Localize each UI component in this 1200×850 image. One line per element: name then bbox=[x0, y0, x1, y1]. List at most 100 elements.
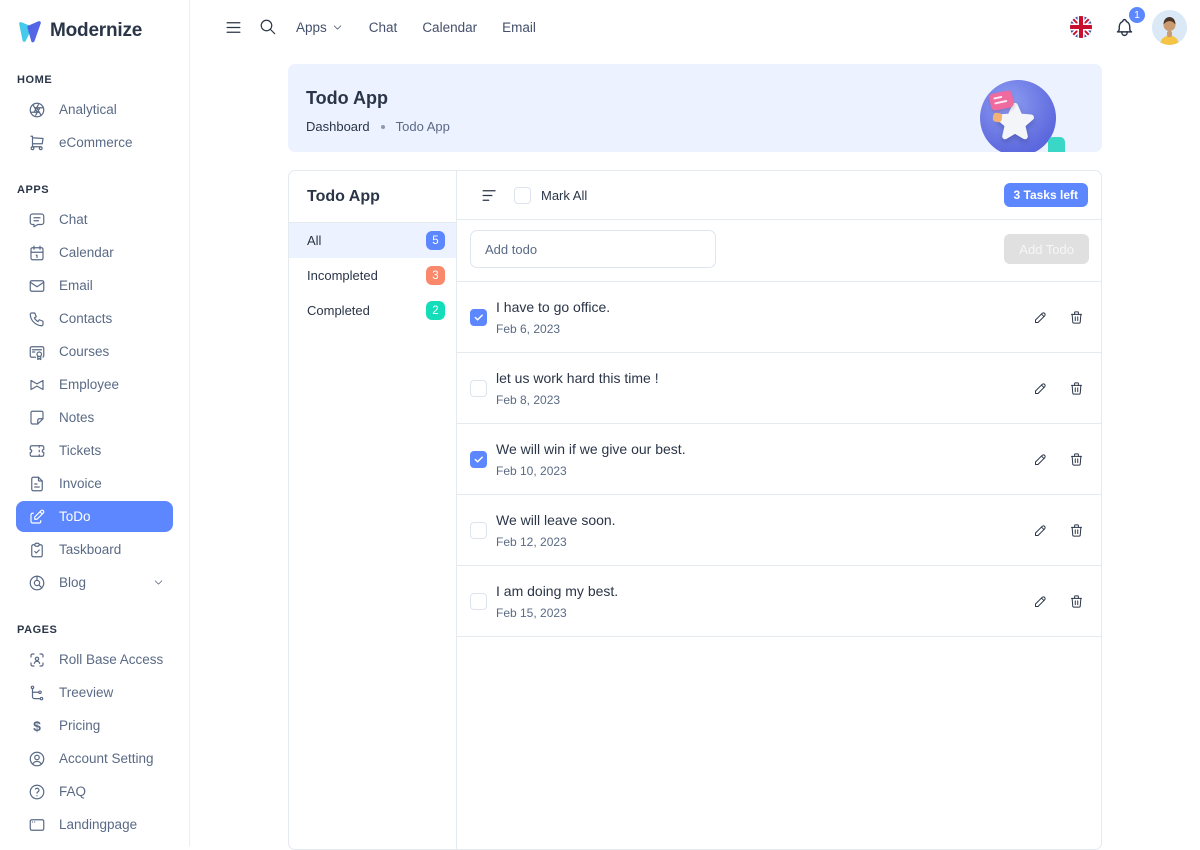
topnav-link-email[interactable]: Email bbox=[502, 20, 536, 35]
sidebar-item-account-setting[interactable]: Account Setting bbox=[16, 743, 173, 774]
notification-count-badge: 1 bbox=[1129, 7, 1145, 23]
todo-checkbox[interactable] bbox=[470, 593, 487, 610]
top-navbar: Apps Chat Calendar Email bbox=[190, 0, 1200, 54]
filter-count-badge: 5 bbox=[426, 231, 445, 250]
sidebar-item-label: Pricing bbox=[59, 718, 100, 733]
donut-chart-icon bbox=[28, 574, 46, 592]
sidebar-item-label: Invoice bbox=[59, 476, 102, 491]
delete-todo-button[interactable] bbox=[1069, 594, 1084, 609]
todo-checkbox[interactable] bbox=[470, 522, 487, 539]
delete-todo-button[interactable] bbox=[1069, 310, 1084, 325]
todo-item: let us work hard this time ! Feb 8, 2023 bbox=[457, 353, 1101, 424]
app-root: Modernize HOME Analytical eCommerce APPS… bbox=[0, 0, 1200, 846]
sidebar-item-tickets[interactable]: Tickets bbox=[16, 435, 173, 466]
todo-text: We will win if we give our best. Feb 10,… bbox=[496, 441, 686, 478]
todo-filter-panel: Todo App All 5 Incompleted 3 Completed 2 bbox=[289, 171, 457, 849]
sidebar-item-label: Chat bbox=[59, 212, 88, 227]
shopping-cart-icon bbox=[28, 134, 46, 152]
todo-actions bbox=[1033, 381, 1084, 396]
sidebar-item-analytical[interactable]: Analytical bbox=[16, 94, 173, 125]
add-todo-input[interactable] bbox=[470, 230, 716, 268]
sidebar-section-pages-label: PAGES bbox=[17, 624, 189, 636]
edit-todo-button[interactable] bbox=[1033, 310, 1048, 325]
delete-todo-button[interactable] bbox=[1069, 381, 1084, 396]
todo-checkbox[interactable] bbox=[470, 380, 487, 397]
sidebar-item-courses[interactable]: Courses bbox=[16, 336, 173, 367]
sidebar-item-label: Email bbox=[59, 278, 93, 293]
todo-checkbox[interactable] bbox=[470, 451, 487, 468]
delete-todo-button[interactable] bbox=[1069, 523, 1084, 538]
filter-all[interactable]: All 5 bbox=[289, 223, 456, 258]
topnav-link-label: Email bbox=[502, 20, 536, 35]
sidebar-item-roll-base-access[interactable]: Roll Base Access bbox=[16, 644, 173, 675]
todo-checkbox[interactable] bbox=[470, 309, 487, 326]
user-scan-icon bbox=[28, 651, 46, 669]
language-flag-button[interactable] bbox=[1066, 12, 1096, 42]
todo-date: Feb 6, 2023 bbox=[496, 322, 610, 336]
todo-actions bbox=[1033, 452, 1084, 467]
todo-title: let us work hard this time ! bbox=[496, 370, 659, 386]
todo-text: let us work hard this time ! Feb 8, 2023 bbox=[496, 370, 659, 407]
sidebar-item-label: Landingpage bbox=[59, 817, 137, 832]
user-circle-icon bbox=[28, 750, 46, 768]
user-avatar[interactable] bbox=[1152, 10, 1187, 45]
edit-todo-button[interactable] bbox=[1033, 452, 1048, 467]
sidebar-item-label: Contacts bbox=[59, 311, 112, 326]
sidebar-item-blog[interactable]: Blog bbox=[16, 567, 173, 598]
delete-todo-button[interactable] bbox=[1069, 452, 1084, 467]
dollar-icon: $ bbox=[28, 717, 46, 735]
filter-count-badge: 2 bbox=[426, 301, 445, 320]
sidebar-item-label: Roll Base Access bbox=[59, 652, 163, 667]
topnav-right: 1 bbox=[1066, 10, 1187, 45]
breadcrumb-dashboard-link[interactable]: Dashboard bbox=[306, 119, 370, 134]
topnav-link-label: Apps bbox=[296, 20, 327, 35]
todo-title: We will leave soon. bbox=[496, 512, 616, 528]
sort-icon[interactable] bbox=[480, 186, 499, 205]
sidebar-item-faq[interactable]: FAQ bbox=[16, 776, 173, 807]
sidebar-item-label: Calendar bbox=[59, 245, 114, 260]
filter-label: All bbox=[307, 233, 321, 248]
tie-icon bbox=[28, 376, 46, 394]
sidebar-item-taskboard[interactable]: Taskboard bbox=[16, 534, 173, 565]
hamburger-menu-button[interactable] bbox=[218, 12, 248, 42]
certificate-icon bbox=[28, 343, 46, 361]
sidebar-item-treeview[interactable]: Treeview bbox=[16, 677, 173, 708]
brand-logo[interactable]: Modernize bbox=[0, 14, 189, 48]
help-circle-icon bbox=[28, 783, 46, 801]
sidebar-item-ecommerce[interactable]: eCommerce bbox=[16, 127, 173, 158]
sidebar-item-calendar[interactable]: Calendar bbox=[16, 237, 173, 268]
topnav-link-chat[interactable]: Chat bbox=[369, 20, 398, 35]
edit-todo-button[interactable] bbox=[1033, 594, 1048, 609]
sidebar-item-chat[interactable]: Chat bbox=[16, 204, 173, 235]
sidebar-item-email[interactable]: Email bbox=[16, 270, 173, 301]
page-header-banner: Todo App Dashboard Todo App bbox=[288, 64, 1102, 152]
sidebar-item-landingpage[interactable]: Landingpage bbox=[16, 809, 173, 840]
phone-icon bbox=[28, 310, 46, 328]
todo-actions bbox=[1033, 523, 1084, 538]
search-button[interactable] bbox=[253, 12, 283, 42]
mark-all-checkbox[interactable] bbox=[514, 187, 531, 204]
sidebar-item-label: FAQ bbox=[59, 784, 86, 799]
sidebar-item-notes[interactable]: Notes bbox=[16, 402, 173, 433]
edit-todo-button[interactable] bbox=[1033, 381, 1048, 396]
breadcrumb-separator-dot bbox=[381, 125, 385, 129]
main-area: Apps Chat Calendar Email bbox=[190, 0, 1200, 846]
topnav-link-calendar[interactable]: Calendar bbox=[422, 20, 477, 35]
todo-panel-title: Todo App bbox=[289, 171, 456, 223]
filter-completed[interactable]: Completed 2 bbox=[289, 293, 456, 328]
filter-count-badge: 3 bbox=[426, 266, 445, 285]
filter-incompleted[interactable]: Incompleted 3 bbox=[289, 258, 456, 293]
brand-logo-icon bbox=[16, 18, 43, 44]
filter-label: Completed bbox=[307, 303, 370, 318]
calendar-icon bbox=[28, 244, 46, 262]
check-icon bbox=[473, 454, 484, 465]
sidebar-item-pricing[interactable]: $ Pricing bbox=[16, 710, 173, 741]
sidebar-item-todo[interactable]: ToDo bbox=[16, 501, 173, 532]
sidebar-item-invoice[interactable]: Invoice bbox=[16, 468, 173, 499]
topnav-link-apps[interactable]: Apps bbox=[296, 20, 344, 35]
todo-title: We will win if we give our best. bbox=[496, 441, 686, 457]
add-todo-button[interactable]: Add Todo bbox=[1004, 234, 1089, 264]
sidebar-item-employee[interactable]: Employee bbox=[16, 369, 173, 400]
sidebar-item-contacts[interactable]: Contacts bbox=[16, 303, 173, 334]
edit-todo-button[interactable] bbox=[1033, 523, 1048, 538]
